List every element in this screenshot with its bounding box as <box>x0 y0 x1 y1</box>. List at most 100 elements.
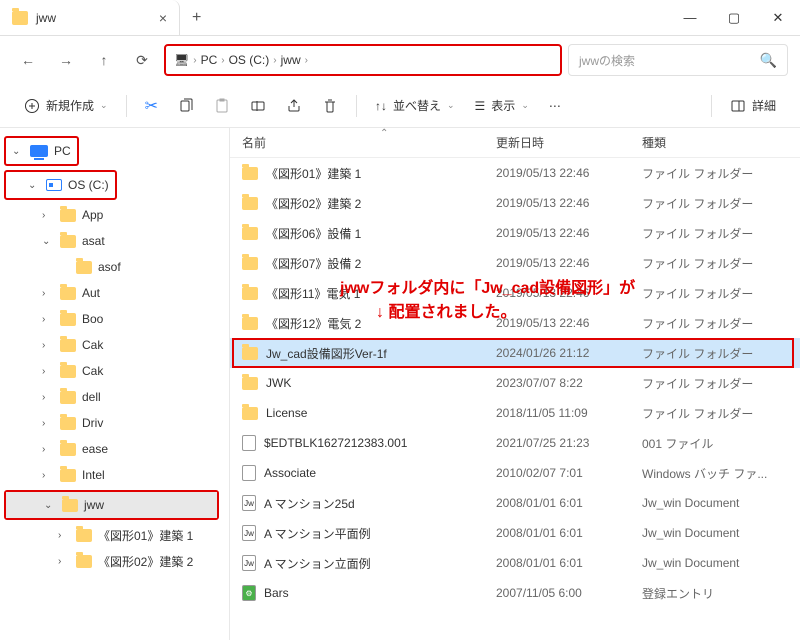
nav-tree[interactable]: PCOS (C:)AppasatasofAutBooCakCakdellDriv… <box>0 128 230 640</box>
col-date[interactable]: 更新日時 <box>496 134 642 151</box>
cut-button[interactable]: ✂ <box>137 91 166 121</box>
file-row[interactable]: JwA マンション立面例2008/01/01 6:01Jw_win Docume… <box>230 548 800 578</box>
chevron-icon[interactable] <box>42 288 54 299</box>
new-button[interactable]: 新規作成 ⌄ <box>16 91 116 121</box>
folder-icon <box>60 417 76 430</box>
folder-icon <box>76 529 92 542</box>
tree-item[interactable]: jww <box>4 490 219 520</box>
chevron-right-icon: › <box>221 55 224 66</box>
copy-button[interactable] <box>170 91 202 121</box>
file-row[interactable]: ⚙Bars2007/11/05 6:00登録エントリ <box>230 578 800 608</box>
share-button[interactable] <box>278 91 310 121</box>
breadcrumb[interactable]: 🖥 › PC › OS (C:) › jww › <box>164 44 562 76</box>
tree-item[interactable]: asof <box>4 254 225 280</box>
back-button[interactable]: ← <box>12 44 44 76</box>
column-headers: ⌃ 名前 更新日時 種類 <box>230 128 800 158</box>
file-date: 2018/11/05 11:09 <box>496 406 642 420</box>
rename-button[interactable] <box>242 91 274 121</box>
search-input[interactable]: jwwの検索 🔍 <box>568 44 788 76</box>
file-name: JWK <box>266 376 291 390</box>
minimize-button[interactable]: — <box>668 0 712 36</box>
chevron-icon[interactable] <box>42 314 54 325</box>
forward-button[interactable]: → <box>50 44 82 76</box>
file-row[interactable]: JwA マンション25d2008/01/01 6:01Jw_win Docume… <box>230 488 800 518</box>
sort-up-icon: ⌃ <box>380 128 388 139</box>
col-type[interactable]: 種類 <box>642 134 800 151</box>
search-placeholder: jwwの検索 <box>579 52 635 69</box>
chevron-icon[interactable] <box>42 366 54 377</box>
titlebar: jww × + — ▢ ✕ <box>0 0 800 36</box>
file-row[interactable]: $EDTBLK1627212383.0012021/07/25 21:23001… <box>230 428 800 458</box>
chevron-icon[interactable] <box>42 236 54 247</box>
file-row[interactable]: 《図形11》電気 12019/05/13 22:46ファイル フォルダー <box>230 278 800 308</box>
tree-item[interactable]: Cak <box>4 332 225 358</box>
tab-jww[interactable]: jww × <box>0 0 180 35</box>
tree-item[interactable]: Aut <box>4 280 225 306</box>
file-row[interactable]: Associate2010/02/07 7:01Windows バッチ ファ..… <box>230 458 800 488</box>
file-row[interactable]: JWK2023/07/07 8:22ファイル フォルダー <box>230 368 800 398</box>
tree-item[interactable]: Boo <box>4 306 225 332</box>
chevron-icon[interactable] <box>42 340 54 351</box>
tree-item[interactable]: dell <box>4 384 225 410</box>
maximize-button[interactable]: ▢ <box>712 0 756 36</box>
jww-file-icon: Jw <box>242 555 256 571</box>
breadcrumb-drive[interactable]: OS (C:) <box>229 53 270 67</box>
file-row[interactable]: License2018/11/05 11:09ファイル フォルダー <box>230 398 800 428</box>
folder-icon <box>62 499 78 512</box>
folder-icon <box>242 317 258 330</box>
more-button[interactable]: ⋯ <box>541 91 569 121</box>
sort-button[interactable]: ↑↓ 並べ替え ⌄ <box>367 91 463 121</box>
chevron-icon[interactable] <box>42 418 54 429</box>
chevron-icon[interactable] <box>12 146 24 157</box>
refresh-button[interactable]: ⟳ <box>126 44 158 76</box>
tree-item[interactable]: Cak <box>4 358 225 384</box>
chevron-icon[interactable] <box>42 210 54 221</box>
chevron-icon[interactable] <box>58 530 70 541</box>
folder-icon <box>242 377 258 390</box>
chevron-icon[interactable] <box>42 444 54 455</box>
tree-item[interactable]: 《図形01》建築 1 <box>4 522 225 548</box>
details-pane-button[interactable]: 詳細 <box>722 91 784 121</box>
chevron-icon[interactable] <box>44 500 56 511</box>
folder-icon <box>76 261 92 274</box>
tree-item[interactable]: OS (C:) <box>4 168 225 202</box>
file-row[interactable]: 《図形01》建築 12019/05/13 22:46ファイル フォルダー <box>230 158 800 188</box>
file-row[interactable]: 《図形07》設備 22019/05/13 22:46ファイル フォルダー <box>230 248 800 278</box>
chevron-right-icon: › <box>193 55 196 66</box>
tree-item[interactable]: PC <box>4 134 225 168</box>
file-row[interactable]: Jw_cad設備図形Ver-1f2024/01/26 21:12ファイル フォル… <box>230 338 800 368</box>
file-row[interactable]: 《図形02》建築 22019/05/13 22:46ファイル フォルダー <box>230 188 800 218</box>
chevron-icon[interactable] <box>42 470 54 481</box>
file-name: 《図形02》建築 2 <box>266 195 361 212</box>
tree-item[interactable]: asat <box>4 228 225 254</box>
tree-item[interactable]: Intel <box>4 462 225 488</box>
file-row[interactable]: 《図形06》設備 12019/05/13 22:46ファイル フォルダー <box>230 218 800 248</box>
chevron-icon[interactable] <box>42 392 54 403</box>
file-row[interactable]: JwA マンション平面例2008/01/01 6:01Jw_win Docume… <box>230 518 800 548</box>
tree-item[interactable]: App <box>4 202 225 228</box>
tree-label: ease <box>82 442 108 456</box>
view-button[interactable]: ☰ 表示 ⌄ <box>467 91 537 121</box>
breadcrumb-jww[interactable]: jww <box>281 53 301 67</box>
close-tab-icon[interactable]: × <box>159 10 167 26</box>
paste-button[interactable] <box>206 91 238 121</box>
file-date: 2023/07/07 8:22 <box>496 376 642 390</box>
tree-label: Intel <box>82 468 105 482</box>
close-button[interactable]: ✕ <box>756 0 800 36</box>
folder-icon <box>60 209 76 222</box>
delete-button[interactable] <box>314 91 346 121</box>
tree-item[interactable]: Driv <box>4 410 225 436</box>
chevron-icon[interactable] <box>58 556 70 567</box>
col-name[interactable]: 名前 <box>242 134 496 151</box>
breadcrumb-pc[interactable]: PC <box>201 53 218 67</box>
file-type: Jw_win Document <box>642 496 800 510</box>
up-button[interactable]: ↑ <box>88 44 120 76</box>
tree-item[interactable]: ease <box>4 436 225 462</box>
chevron-down-icon: ⌄ <box>100 100 108 111</box>
file-date: 2019/05/13 22:46 <box>496 256 642 270</box>
chevron-icon[interactable] <box>28 180 40 191</box>
file-name: License <box>266 406 307 420</box>
tree-item[interactable]: 《図形02》建築 2 <box>4 548 225 574</box>
new-tab-button[interactable]: + <box>180 9 213 27</box>
file-row[interactable]: 《図形12》電気 22019/05/13 22:46ファイル フォルダー <box>230 308 800 338</box>
